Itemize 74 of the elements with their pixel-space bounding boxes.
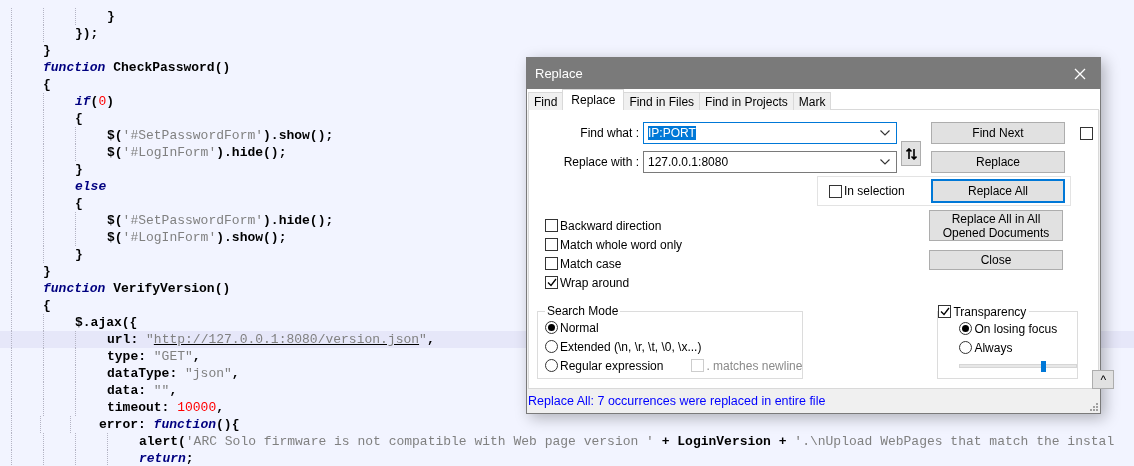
checkbox[interactable]: [545, 257, 558, 270]
status-message: Replace All: 7 occurrences were replaced in entire file: [528, 394, 826, 408]
combo-box[interactable]: IP:PORT: [643, 122, 897, 144]
radio-button[interactable]: [959, 341, 973, 354]
checkbox[interactable]: [545, 219, 558, 232]
swap-arrows-icon: [905, 147, 917, 160]
code-line: }: [75, 246, 83, 263]
field-label: Replace with :: [562, 154, 639, 171]
radio-label: Regular expression: [560, 358, 664, 373]
code-line: {: [75, 110, 83, 127]
code-line: alert('ARC Solo firmware is not compatible with Web page version ' + LoginVersion + '.\nUpload WebPages that match the instal: [139, 433, 1115, 450]
slider-thumb[interactable]: [1040, 361, 1046, 372]
replace-button[interactable]: Replace: [931, 151, 1065, 173]
checkbox[interactable]: [1080, 126, 1093, 140]
group-title: Search Mode: [546, 304, 620, 318]
checkbox-label: In selection: [844, 184, 905, 198]
code-line: {: [43, 297, 51, 314]
tab[interactable]: Mark: [792, 92, 832, 110]
radio-label: Always: [974, 340, 1013, 355]
tab[interactable]: Find: [528, 92, 564, 110]
code-line: url: "http://127.0.0.1:8080/version.json",: [107, 331, 435, 348]
code-line: }: [75, 161, 83, 178]
checkbox[interactable]: [545, 238, 558, 251]
code-line: return;: [139, 450, 194, 466]
code-line: $('#LogInForm').show();: [107, 229, 287, 246]
find-next-button[interactable]: Find Next: [931, 122, 1065, 144]
field-label: Find what :: [579, 125, 639, 142]
swap-button[interactable]: [901, 141, 921, 166]
checkbox-label: Transparency: [953, 304, 1027, 319]
radio-label: On losing focus: [974, 321, 1058, 336]
close-dialog-button[interactable]: Close: [929, 250, 1063, 270]
code-line: type: "GET",: [107, 348, 201, 365]
code-line: $('#SetPasswordForm').show();: [107, 127, 334, 144]
tab[interactable]: Find in Projects: [699, 92, 794, 110]
checkbox-label: Wrap around: [560, 275, 630, 290]
checkbox-label: Backward direction: [560, 218, 662, 233]
code-line: });: [75, 25, 99, 42]
radio-button[interactable]: [959, 322, 973, 335]
checkbox[interactable]: [938, 305, 952, 318]
tab[interactable]: Find in Files: [623, 92, 701, 110]
code-line: function CheckPassword(): [43, 59, 231, 76]
code-line: error: function(){: [99, 416, 240, 433]
checkbox-label: Match whole word only: [560, 237, 683, 252]
radio-button[interactable]: [545, 359, 558, 372]
tab[interactable]: Replace: [562, 89, 625, 110]
code-line: }: [43, 263, 51, 280]
code-line: dataType: "json",: [107, 365, 240, 382]
code-line: else: [75, 178, 107, 195]
checkbox[interactable]: [545, 276, 558, 289]
code-line: $('#SetPasswordForm').hide();: [107, 212, 334, 229]
combo-box[interactable]: 127.0.0.1:8080: [643, 151, 897, 173]
collapse-button[interactable]: ^: [1092, 370, 1115, 389]
code-line: data: "",: [107, 382, 178, 399]
code-line: {: [43, 76, 51, 93]
code-line: }: [43, 42, 51, 59]
code-line: }: [107, 8, 115, 25]
code-line: $('#LogInForm').hide();: [107, 144, 287, 161]
checkbox-label: Match case: [560, 256, 622, 271]
code-line: $.ajax({: [75, 314, 138, 331]
code-line: {: [75, 195, 83, 212]
replace-all-documents-button[interactable]: Replace All in All Opened Documents: [929, 210, 1063, 241]
radio-label: Normal: [560, 320, 599, 335]
code-line: timeout: 10000,: [107, 399, 225, 416]
radio-label: Extended (\n, \r, \t, \0, \x...): [560, 339, 702, 354]
close-icon: [1074, 67, 1086, 80]
radio-button[interactable]: [545, 321, 558, 334]
checkbox[interactable]: [829, 184, 842, 198]
code-line: function VerifyVersion(): [43, 280, 231, 297]
checkbox-label: . matches newline: [706, 358, 803, 373]
resize-grip-icon[interactable]: [1089, 401, 1098, 411]
dialog-title: Replace: [534, 66, 583, 81]
radio-button[interactable]: [545, 340, 558, 353]
code-line: if(0): [75, 93, 115, 110]
replace-all-button[interactable]: Replace All: [931, 179, 1065, 203]
